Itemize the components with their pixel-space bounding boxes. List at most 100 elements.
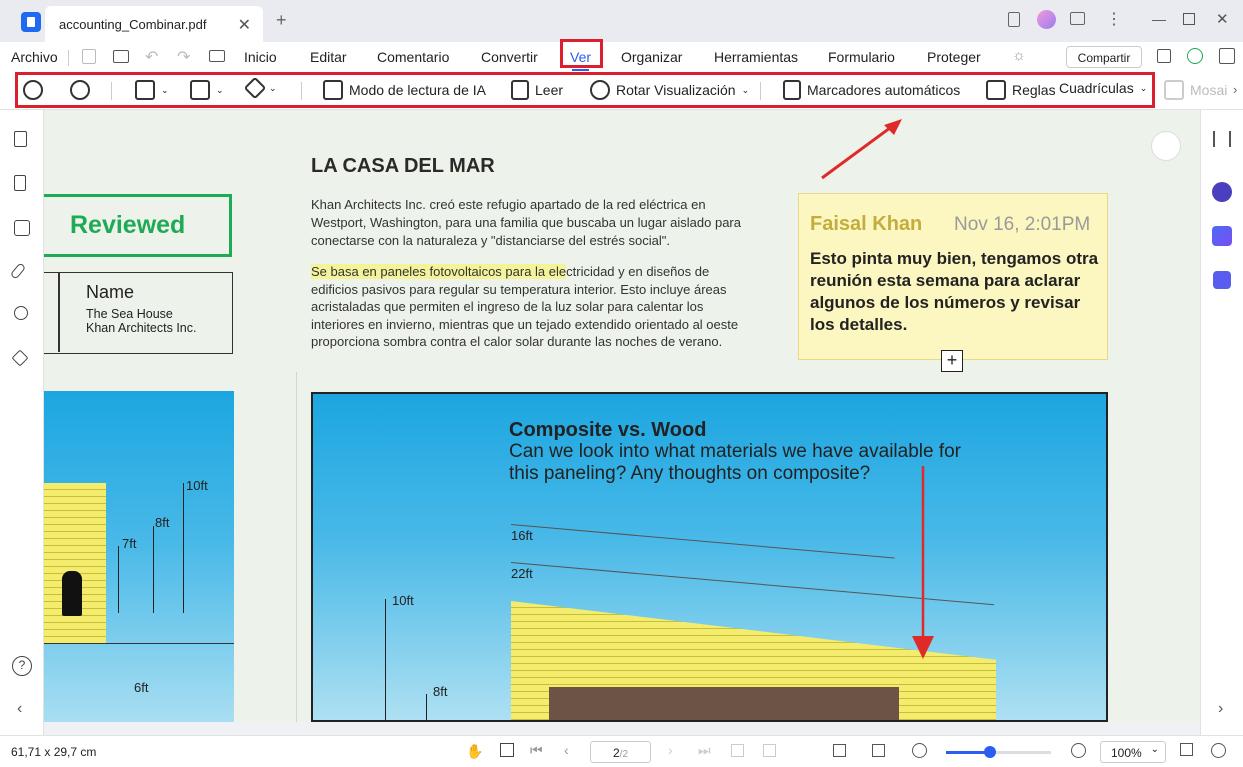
page-layout-icon[interactable] <box>872 744 885 757</box>
search-icon[interactable] <box>14 306 28 320</box>
note-author: Faisal Khan <box>810 213 923 235</box>
comment-icon[interactable] <box>14 220 30 236</box>
last-page-icon[interactable]: ⏭ <box>698 742 711 759</box>
translate-icon[interactable] <box>1212 226 1232 246</box>
collapse-right-icon[interactable]: › <box>1218 700 1223 718</box>
layers-icon[interactable] <box>11 349 29 367</box>
document-tab[interactable]: accounting_Combinar.pdf ✕ <box>45 6 263 42</box>
mosaic-button[interactable]: Mosai <box>1164 80 1227 100</box>
menu-organizar[interactable]: Organizar <box>621 49 682 65</box>
close-window-icon[interactable]: ✕ <box>1216 10 1229 28</box>
menu-formulario[interactable]: Formulario <box>828 49 895 65</box>
ground-line <box>44 643 234 644</box>
column-divider <box>296 372 297 722</box>
menu-ver[interactable]: Ver <box>570 49 591 71</box>
menu-proteger[interactable]: Proteger <box>927 49 981 65</box>
fit-page-icon[interactable] <box>731 744 744 757</box>
zoom-out-icon[interactable] <box>912 743 927 758</box>
save-icon[interactable] <box>82 49 96 64</box>
zoom-in-button[interactable] <box>70 80 90 100</box>
callout-arrow-icon <box>821 119 902 180</box>
menu-herramientas[interactable]: Herramientas <box>714 49 798 65</box>
highlighted-text[interactable]: Se basa en paneles fotovoltaicos para la… <box>311 264 567 279</box>
composite-wood-illustration: Composite vs. Wood Can we look into what… <box>311 392 1108 722</box>
org-chart-icon[interactable] <box>1157 49 1171 63</box>
fullscreen-icon[interactable] <box>1180 743 1193 756</box>
attachment-icon[interactable] <box>9 262 27 280</box>
previous-page-icon[interactable]: ‹ <box>564 742 569 758</box>
zoom-slider[interactable] <box>946 746 1051 758</box>
more-options-icon[interactable]: ⋮ <box>1106 9 1122 29</box>
wall-illustration <box>44 483 106 643</box>
hand-tool-icon[interactable]: ✋ <box>466 743 483 760</box>
divider <box>301 82 302 100</box>
name-line-2: Khan Architects Inc. <box>86 321 197 335</box>
fill-color-button[interactable]: ⌄ <box>243 76 277 100</box>
task-icon[interactable] <box>1213 271 1231 289</box>
close-tab-icon[interactable]: ✕ <box>238 15 251 35</box>
name-box: Name The Sea House Khan Architects Inc. <box>44 272 233 354</box>
dimension-line <box>153 526 154 613</box>
help-icon[interactable]: ? <box>12 656 32 676</box>
dimension-label: 10ft <box>186 478 208 493</box>
menu-inicio[interactable]: Inicio <box>244 49 277 65</box>
sticky-note[interactable]: Faisal Khan Nov 16, 2:01PM Esto pinta mu… <box>798 193 1108 360</box>
print-icon[interactable] <box>113 50 129 63</box>
toolbar-scroll-right-icon[interactable]: › <box>1233 82 1237 97</box>
collapse-left-icon[interactable]: ‹ <box>17 700 22 718</box>
fit-width-icon[interactable] <box>763 744 776 757</box>
menu-archivo[interactable]: Archivo <box>11 49 58 65</box>
auto-bookmarks-button[interactable]: Marcadores automáticos <box>783 80 960 100</box>
page-current: 2 <box>612 746 620 760</box>
menu-convertir[interactable]: Convertir <box>481 49 538 65</box>
next-page-icon[interactable]: › <box>668 742 673 758</box>
divider <box>760 82 761 100</box>
read-aloud-button[interactable]: Leer <box>511 80 563 100</box>
mosaic-icon <box>1164 80 1184 100</box>
first-page-icon[interactable]: ⏮ <box>530 742 543 759</box>
read-label: Leer <box>535 82 564 98</box>
crop-icon[interactable] <box>833 744 846 757</box>
bookmark-icon[interactable] <box>14 175 26 191</box>
menu-comentario[interactable]: Comentario <box>377 49 449 65</box>
lightbulb-icon[interactable]: ☼ <box>1012 47 1026 64</box>
chevron-down-icon[interactable] <box>1211 743 1226 758</box>
panel-icon[interactable] <box>1219 48 1235 64</box>
cloud-sync-icon[interactable] <box>1187 48 1203 64</box>
menu-bar: Archivo ↶ ↷ Inicio Editar Comentario Con… <box>0 42 1243 72</box>
properties-icon[interactable] <box>1213 131 1231 147</box>
ai-assistant-icon[interactable] <box>1212 182 1232 202</box>
redo-icon[interactable]: ↷ <box>177 47 190 67</box>
device-icon[interactable] <box>1008 12 1020 27</box>
paint-bucket-icon <box>243 76 267 100</box>
rotate-view-button[interactable]: Rotar Visualización ⌄ <box>590 80 749 100</box>
ai-reading-mode-button[interactable]: Modo de lectura de IA <box>323 80 486 100</box>
house-elevation-illustration: 10ft 8ft 7ft 6ft <box>44 391 234 722</box>
new-tab-icon[interactable]: + <box>276 10 287 31</box>
paragraph-1: Khan Architects Inc. creó este refugio a… <box>311 197 741 248</box>
share-button[interactable]: Compartir <box>1066 46 1142 68</box>
page-number-input[interactable]: 2/2 <box>590 741 651 763</box>
select-tool-button[interactable]: ⌄ <box>135 80 169 100</box>
select-tool-icon[interactable] <box>500 743 514 757</box>
zoom-out-button[interactable] <box>23 80 43 100</box>
minimize-icon[interactable]: — <box>1152 11 1166 27</box>
maximize-icon[interactable] <box>1183 13 1195 25</box>
paragraph-2: Se basa en paneles fotovoltaicos para la… <box>311 263 756 351</box>
tab-title: accounting_Combinar.pdf <box>59 17 207 32</box>
message-icon[interactable] <box>1070 12 1085 25</box>
expand-note-icon[interactable]: + <box>941 350 963 372</box>
zoom-in-icon[interactable] <box>1071 743 1086 758</box>
dimension-line <box>426 694 427 720</box>
page-icon[interactable] <box>14 131 27 147</box>
undo-icon[interactable]: ↶ <box>145 47 158 67</box>
email-icon[interactable] <box>209 50 225 62</box>
menu-editar[interactable]: Editar <box>310 49 347 65</box>
rulers-button[interactable]: Reglas <box>986 80 1056 100</box>
rulers-label: Reglas <box>1012 82 1056 98</box>
word-convert-icon[interactable] <box>1151 131 1181 161</box>
grids-button[interactable]: Cuadrículas ⌄ <box>1059 80 1147 96</box>
zoom-level-select[interactable]: 100% ⌄ <box>1100 741 1166 763</box>
page-display-button[interactable]: ⌄ <box>190 80 224 100</box>
avatar[interactable] <box>1037 10 1056 29</box>
